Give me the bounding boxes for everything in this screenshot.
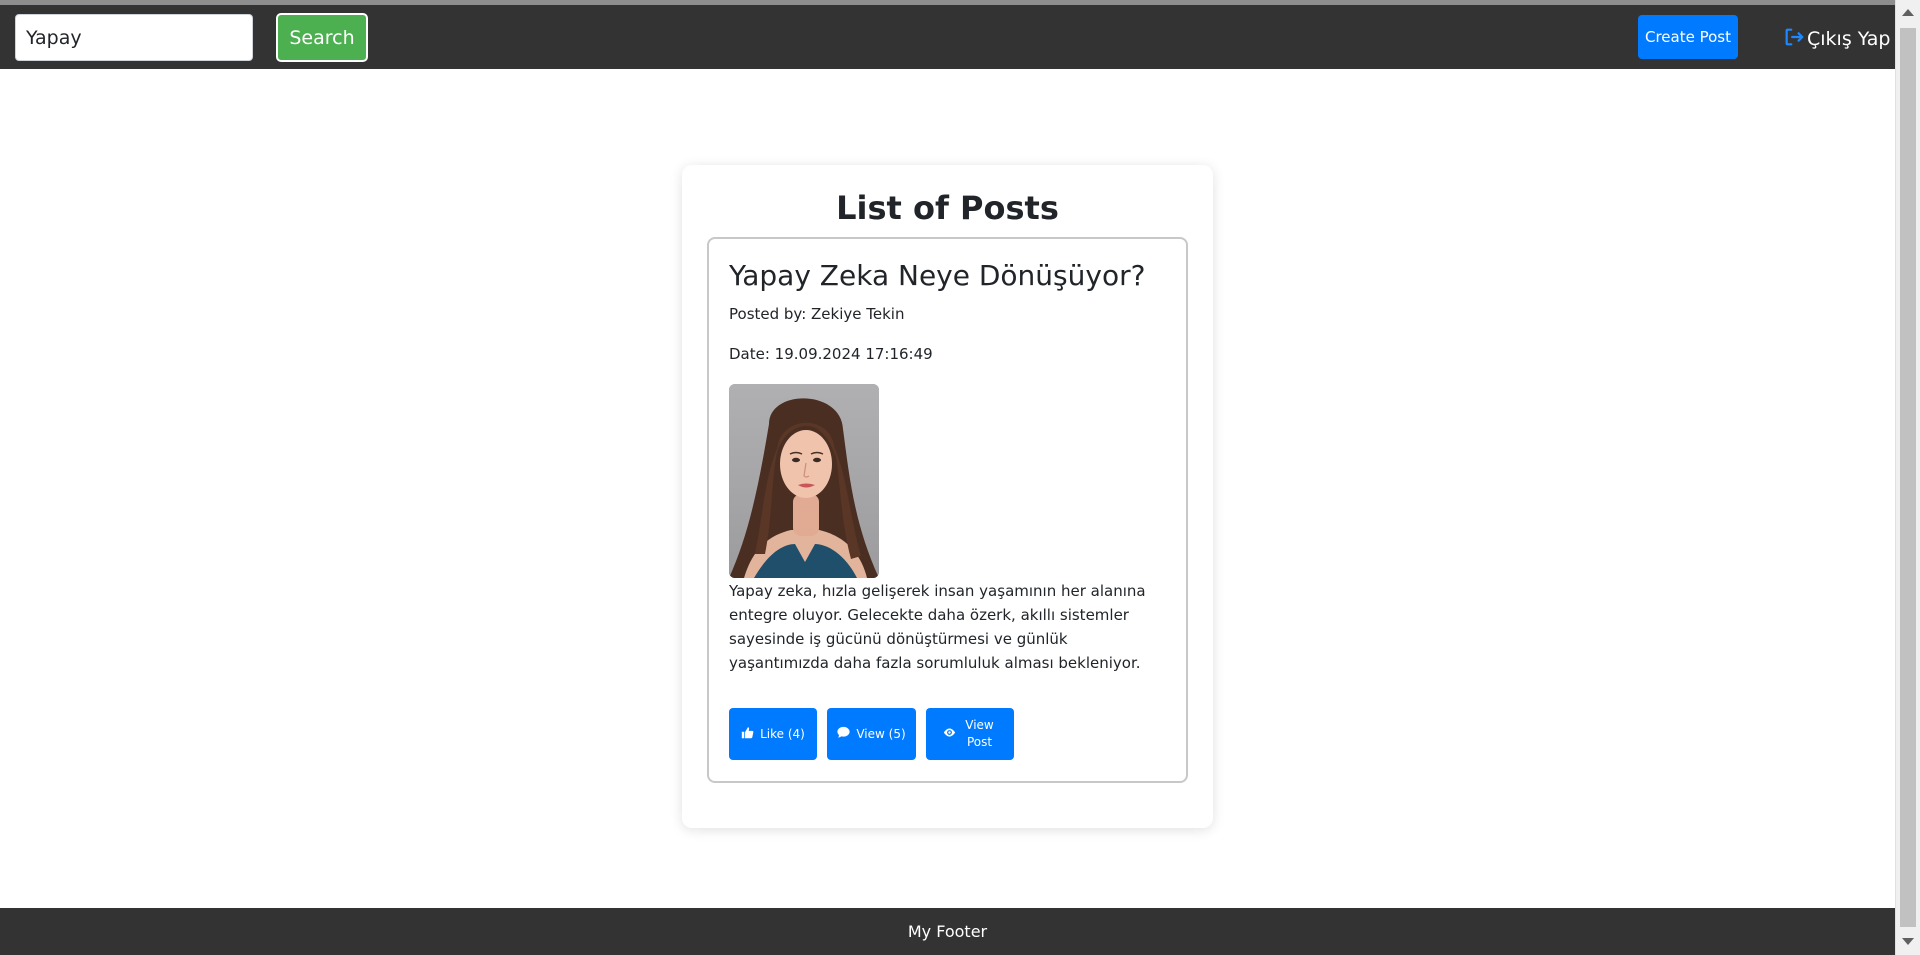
scroll-down-icon[interactable] (1902, 938, 1914, 945)
post-author: Posted by: Zekiye Tekin (729, 305, 905, 323)
navbar: Search Create Post Çıkış Yap (0, 5, 1895, 69)
footer: My Footer (0, 908, 1895, 955)
view-comments-button[interactable]: View (5) (827, 708, 916, 760)
portrait-photo (729, 384, 879, 578)
like-label: Like (4) (760, 727, 805, 741)
scroll-up-icon[interactable] (1902, 9, 1914, 16)
comment-icon (837, 726, 850, 742)
footer-text: My Footer (907, 922, 988, 941)
search-button[interactable]: Search (276, 13, 368, 62)
create-post-button[interactable]: Create Post (1638, 15, 1738, 59)
post-card: Yapay Zeka Neye Dönüşüyor? Posted by: Ze… (707, 237, 1188, 783)
post-date: Date: 19.09.2024 17:16:49 (729, 345, 933, 363)
scroll-thumb[interactable] (1900, 28, 1916, 927)
view-post-label: View Post (965, 718, 994, 749)
post-title: Yapay Zeka Neye Dönüşüyor? (729, 259, 1146, 292)
thumbs-up-icon (741, 726, 754, 742)
posts-card: List of Posts Yapay Zeka Neye Dönüşüyor?… (682, 165, 1213, 828)
post-body: Yapay zeka, hızla gelişerek insan yaşamı… (729, 582, 1146, 672)
post-image (729, 384, 879, 578)
logout-label: Çıkış Yap (1807, 28, 1891, 50)
eye-icon (943, 726, 956, 742)
logout-icon (1783, 26, 1805, 53)
vertical-scrollbar[interactable] (1895, 0, 1920, 955)
like-button[interactable]: Like (4) (729, 708, 817, 760)
logout-link[interactable]: Çıkış Yap (1783, 25, 1890, 53)
search-input[interactable] (15, 14, 253, 61)
view-label: View (5) (856, 727, 906, 741)
view-post-button[interactable]: View Post (926, 708, 1014, 760)
page-title: List of Posts (836, 189, 1059, 227)
